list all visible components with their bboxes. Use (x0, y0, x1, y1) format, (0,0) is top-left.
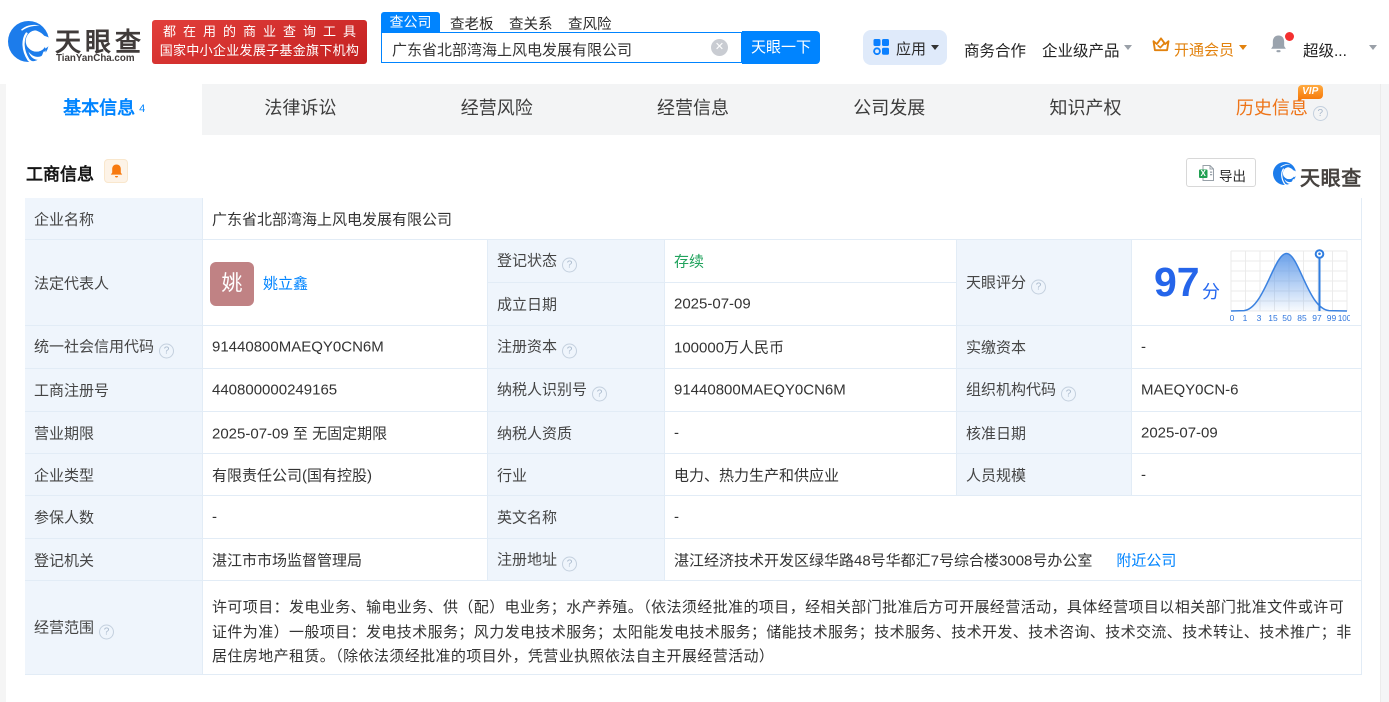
svg-text:99: 99 (1327, 313, 1337, 323)
svg-text:100: 100 (1338, 314, 1350, 323)
svg-text:X: X (1201, 169, 1207, 178)
svg-text:85: 85 (1297, 313, 1307, 323)
svg-text:50: 50 (1282, 313, 1292, 323)
svg-text:0: 0 (1230, 313, 1235, 323)
svg-text:3: 3 (1257, 313, 1262, 323)
svg-text:1: 1 (1243, 313, 1248, 323)
svg-text:15: 15 (1268, 313, 1278, 323)
svg-text:97: 97 (1312, 313, 1322, 323)
